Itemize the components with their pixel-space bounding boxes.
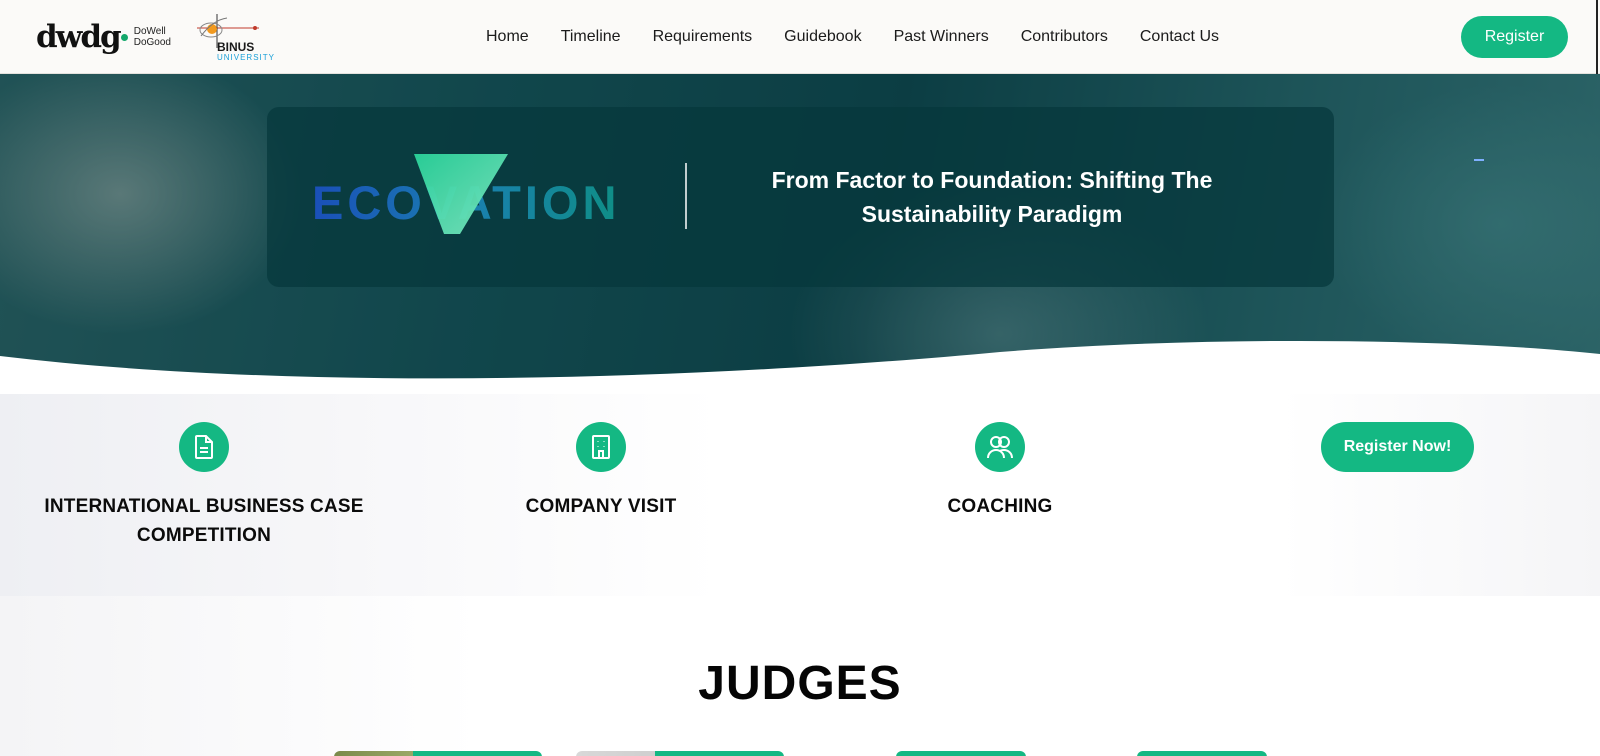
hero-wave-divider — [0, 340, 1600, 394]
hero-tagline: From Factor to Foundation: Shifting The … — [727, 163, 1257, 231]
nav-past-winners[interactable]: Past Winners — [894, 28, 989, 46]
feature-title-line1: COACHING — [947, 496, 1053, 517]
binus-name: BINUS — [216, 40, 255, 54]
feature-company-visit: COMPANY VISIT — [441, 422, 761, 521]
hero-tagline-line1: From Factor to Foundation: Shifting The — [771, 167, 1213, 193]
features-section: INTERNATIONAL BUSINESS CASE COMPETITION … — [0, 384, 1600, 596]
feature-business-case: INTERNATIONAL BUSINESS CASE COMPETITION — [24, 422, 384, 550]
ecovation-logo: ECOVATION — [312, 154, 616, 234]
binus-logo: BINUS UNIVERSITY — [191, 10, 275, 64]
register-button[interactable]: Register — [1461, 16, 1568, 58]
nav-contributors[interactable]: Contributors — [1021, 28, 1108, 46]
feature-coaching: COACHING — [840, 422, 1160, 521]
binus-subtitle: UNIVERSITY — [216, 53, 275, 62]
feature-title-line1: INTERNATIONAL BUSINESS CASE — [44, 496, 364, 517]
dwdg-tagline: DoWell DoGood — [134, 26, 171, 48]
feature-title: COACHING — [840, 492, 1160, 521]
dwdg-logo-dot — [120, 33, 128, 41]
feature-title-line1: COMPANY VISIT — [525, 496, 677, 517]
feature-title: INTERNATIONAL BUSINESS CASE COMPETITION — [24, 492, 384, 550]
page-scrollbar-edge[interactable] — [1596, 0, 1598, 74]
document-icon — [179, 422, 229, 472]
dwdg-tagline-line1: DoWell — [133, 26, 166, 37]
judge-card[interactable] — [1137, 751, 1267, 756]
judge-card[interactable] — [896, 751, 1026, 756]
main-nav: Home Timeline Requirements Guidebook Pas… — [470, 0, 1235, 74]
judge-card[interactable] — [334, 751, 542, 756]
building-icon — [576, 422, 626, 472]
users-icon — [975, 422, 1025, 472]
hero-card: ECOVATION From Factor to Foundation: Shi… — [267, 107, 1334, 287]
nav-timeline[interactable]: Timeline — [561, 28, 621, 46]
judge-card[interactable] — [576, 751, 784, 756]
feature-title-line2: COMPETITION — [136, 525, 272, 546]
dwdg-logo: dwdg — [36, 18, 122, 55]
feature-title: COMPANY VISIT — [441, 492, 761, 521]
judges-section: JUDGES — [0, 596, 1600, 756]
hero-tagline-line2: Sustainability Paradigm — [861, 201, 1123, 227]
top-navbar: dwdg DoWell DoGood BINUS UNIVERSITY Home… — [0, 0, 1600, 74]
nav-requirements[interactable]: Requirements — [653, 28, 753, 46]
judges-heading: JUDGES — [698, 657, 902, 710]
hero-divider — [685, 163, 687, 229]
register-now-button[interactable]: Register Now! — [1321, 422, 1474, 472]
dwdg-tagline-line2: DoGood — [133, 37, 171, 48]
brand-logos[interactable]: dwdg DoWell DoGood BINUS UNIVERSITY — [36, 10, 275, 64]
nav-contact-us[interactable]: Contact Us — [1140, 28, 1219, 46]
nav-guidebook[interactable]: Guidebook — [784, 28, 861, 46]
nav-home[interactable]: Home — [486, 28, 529, 46]
hero-small-dash — [1474, 159, 1484, 161]
